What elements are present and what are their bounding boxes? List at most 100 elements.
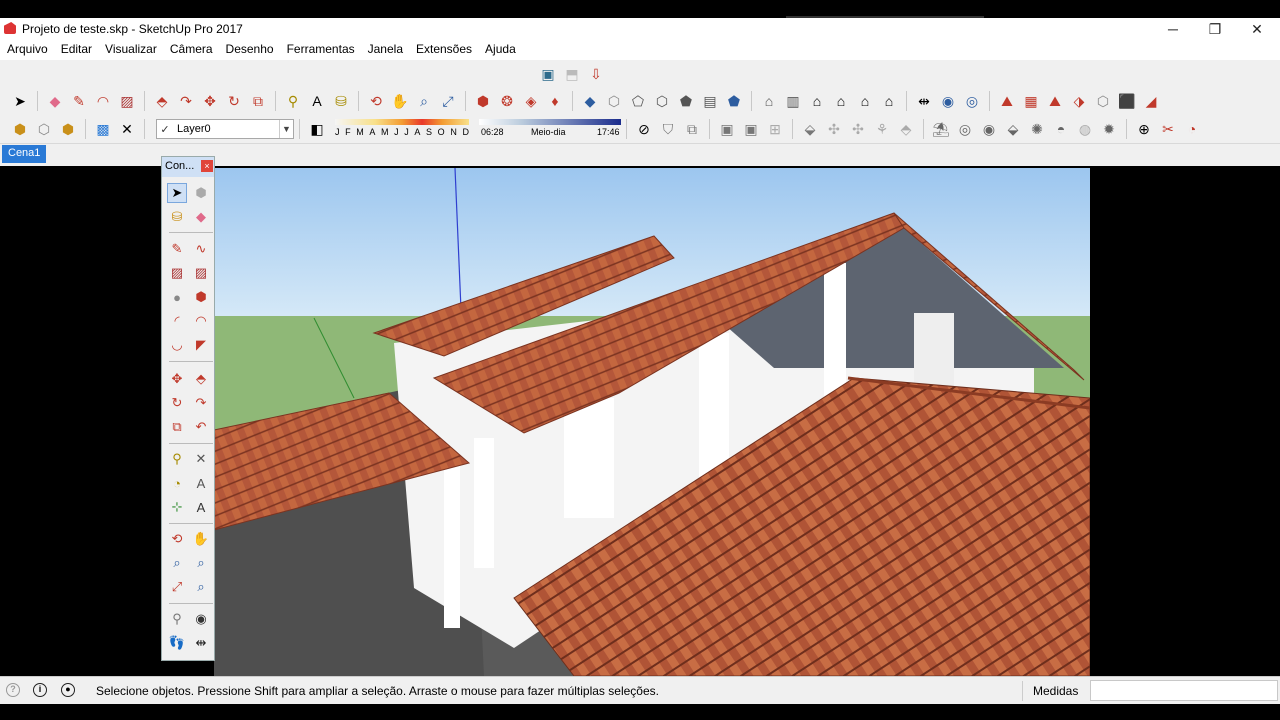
follow-me-icon[interactable]: ↷ — [191, 393, 211, 413]
menu-desenho[interactable]: Desenho — [219, 40, 280, 60]
right-view-icon[interactable]: ⌂ — [831, 91, 851, 111]
eraser-icon[interactable]: ◆ — [191, 207, 211, 227]
push-pull-icon[interactable]: ⬘ — [191, 369, 211, 389]
monochrome-icon[interactable]: ⬟ — [724, 91, 744, 111]
style-profiles-icon[interactable]: ◎ — [955, 119, 975, 139]
tape-measure-icon[interactable]: ⚲ — [283, 91, 303, 111]
close-button[interactable]: ✕ — [1236, 18, 1278, 40]
offset-icon[interactable]: ↶ — [191, 417, 211, 437]
flip-edge-icon[interactable]: ◢ — [1141, 91, 1161, 111]
sandbox-drape-icon[interactable]: ⬘ — [896, 119, 916, 139]
three-point-arc-icon[interactable]: ◡ — [167, 335, 187, 355]
paint-bucket-icon[interactable]: ⛁ — [331, 91, 351, 111]
text-icon[interactable]: A — [191, 473, 211, 493]
section-plane-icon[interactable]: ⇹ — [191, 633, 211, 653]
model-view[interactable] — [214, 168, 1090, 676]
stamp-icon[interactable]: ⬗ — [1069, 91, 1089, 111]
two-point-arc-icon[interactable]: ◠ — [191, 311, 211, 331]
menu-ferramentas[interactable]: Ferramentas — [280, 40, 361, 60]
sandbox-from-scratch-icon[interactable]: ▦ — [1021, 91, 1041, 111]
add-detail-icon[interactable]: ⬛ — [1117, 91, 1137, 111]
axes-icon[interactable]: ⊕ — [1134, 119, 1154, 139]
zoom-icon[interactable]: ⌕ — [414, 91, 434, 111]
geo-location-icon[interactable]: ? — [6, 683, 20, 697]
shadows-toggle-icon[interactable]: ◧ — [307, 119, 327, 139]
top-view-icon[interactable]: ▥ — [783, 91, 803, 111]
orbit-icon[interactable]: ⟲ — [366, 91, 386, 111]
materials-icon[interactable]: ◈ — [521, 91, 541, 111]
dimension-icon[interactable]: ✂ — [1158, 119, 1178, 139]
position-camera-icon[interactable]: ⚲ — [167, 609, 187, 629]
style-edges-icon[interactable]: ⛱ — [931, 119, 951, 139]
solid-split-icon[interactable]: ⊞ — [765, 119, 785, 139]
shadow-month-slider[interactable]: JFMAMJJASOND — [335, 118, 469, 140]
push-pull-icon[interactable]: ⬘ — [152, 91, 172, 111]
shaded-icon[interactable]: ⬟ — [676, 91, 696, 111]
look-around-icon[interactable]: ◉ — [191, 609, 211, 629]
orbit-icon[interactable]: ⟲ — [167, 529, 187, 549]
rotate-icon[interactable]: ↻ — [224, 91, 244, 111]
solid-tools-outer-shell-icon[interactable]: ⊘ — [634, 119, 654, 139]
make-component-icon[interactable]: ⬢ — [191, 183, 211, 203]
pan-icon[interactable]: ✋ — [191, 529, 211, 549]
info-icon[interactable]: i — [33, 683, 47, 697]
follow-me-icon[interactable]: ↷ — [176, 91, 196, 111]
solid-trim-icon[interactable]: ▣ — [741, 119, 761, 139]
arc-icon[interactable]: ◜ — [167, 311, 187, 331]
smoove-icon[interactable]: ⛰ — [1045, 91, 1065, 111]
component-options-icon[interactable]: ⬡ — [34, 119, 54, 139]
3d-warehouse-icon[interactable]: ▣ — [538, 64, 558, 84]
component-attributes-icon[interactable]: ⬢ — [58, 119, 78, 139]
shaded-textures-icon[interactable]: ▤ — [700, 91, 720, 111]
chevron-down-icon[interactable]: ▼ — [279, 120, 293, 138]
wireframe-icon[interactable]: ⬠ — [628, 91, 648, 111]
select-icon[interactable]: ➤ — [167, 183, 187, 203]
tape-measure-icon[interactable]: ⚲ — [167, 449, 187, 469]
look-around-icon[interactable]: ◎ — [962, 91, 982, 111]
sandbox-from-contours-icon[interactable]: ⛰ — [997, 91, 1017, 111]
ruby-icon[interactable]: ♦ — [545, 91, 565, 111]
style-fog-icon[interactable]: ✹ — [1099, 119, 1119, 139]
display-section-planes-icon[interactable]: ✣ — [824, 119, 844, 139]
back-edges-icon[interactable]: ⬡ — [604, 91, 624, 111]
left-view-icon[interactable]: ⌂ — [879, 91, 899, 111]
xray-icon[interactable]: ◆ — [580, 91, 600, 111]
text-icon[interactable]: A — [307, 91, 327, 111]
solid-union-icon[interactable]: ⧉ — [682, 119, 702, 139]
circle-icon[interactable]: ● — [167, 287, 187, 307]
walk-icon[interactable]: ⇹ — [914, 91, 934, 111]
tab-cena1[interactable]: Cena1 — [2, 145, 47, 163]
eraser-icon[interactable]: ◆ — [45, 91, 65, 111]
sandbox-smoove-icon[interactable]: ⚘ — [872, 119, 892, 139]
menu-arquivo[interactable]: Arquivo — [0, 40, 54, 60]
section-fill-icon[interactable]: ⬙ — [800, 119, 820, 139]
layer-dropdown[interactable]: ✓ Layer0 ▼ — [156, 119, 294, 139]
menu-ajuda[interactable]: Ajuda — [478, 40, 522, 60]
axes-icon[interactable]: ⊹ — [167, 497, 187, 517]
zoom-extents-icon[interactable]: ⤢ — [167, 577, 187, 597]
solid-subtract-icon[interactable]: ▣ — [717, 119, 737, 139]
style-depth-cue-icon[interactable]: ◉ — [979, 119, 999, 139]
color-by-layer-icon[interactable]: ▩ — [93, 119, 113, 139]
previous-view-icon[interactable]: ⌕ — [191, 577, 211, 597]
dimension-icon[interactable]: ✕ — [191, 449, 211, 469]
front-view-icon[interactable]: ⌂ — [807, 91, 827, 111]
line-icon[interactable]: ✎ — [69, 91, 89, 111]
menu-visualizar[interactable]: Visualizar — [98, 40, 163, 60]
restore-button[interactable]: ❐ — [1194, 18, 1236, 40]
rotate-icon[interactable]: ↻ — [167, 393, 187, 413]
palette-close-button[interactable]: × — [201, 160, 213, 172]
scale-icon[interactable]: ⧉ — [248, 91, 268, 111]
drape-icon[interactable]: ⬡ — [1093, 91, 1113, 111]
position-camera-icon[interactable]: ◉ — [938, 91, 958, 111]
style-extension-icon[interactable]: ⬙ — [1003, 119, 1023, 139]
protractor-icon[interactable]: ◔ — [1182, 119, 1202, 139]
iso-view-icon[interactable]: ⌂ — [759, 91, 779, 111]
section-plane-icon[interactable]: ⬢ — [473, 91, 493, 111]
style-sketchy-icon[interactable]: ◍ — [1075, 119, 1095, 139]
line-icon[interactable]: ✎ — [167, 239, 187, 259]
style-jitter-icon[interactable]: ◓ — [1051, 119, 1071, 139]
rotated-rectangle-icon[interactable]: ▨ — [191, 263, 211, 283]
solid-intersect-icon[interactable]: ⛉ — [658, 119, 678, 139]
user-account-icon[interactable]: ● — [61, 683, 75, 697]
